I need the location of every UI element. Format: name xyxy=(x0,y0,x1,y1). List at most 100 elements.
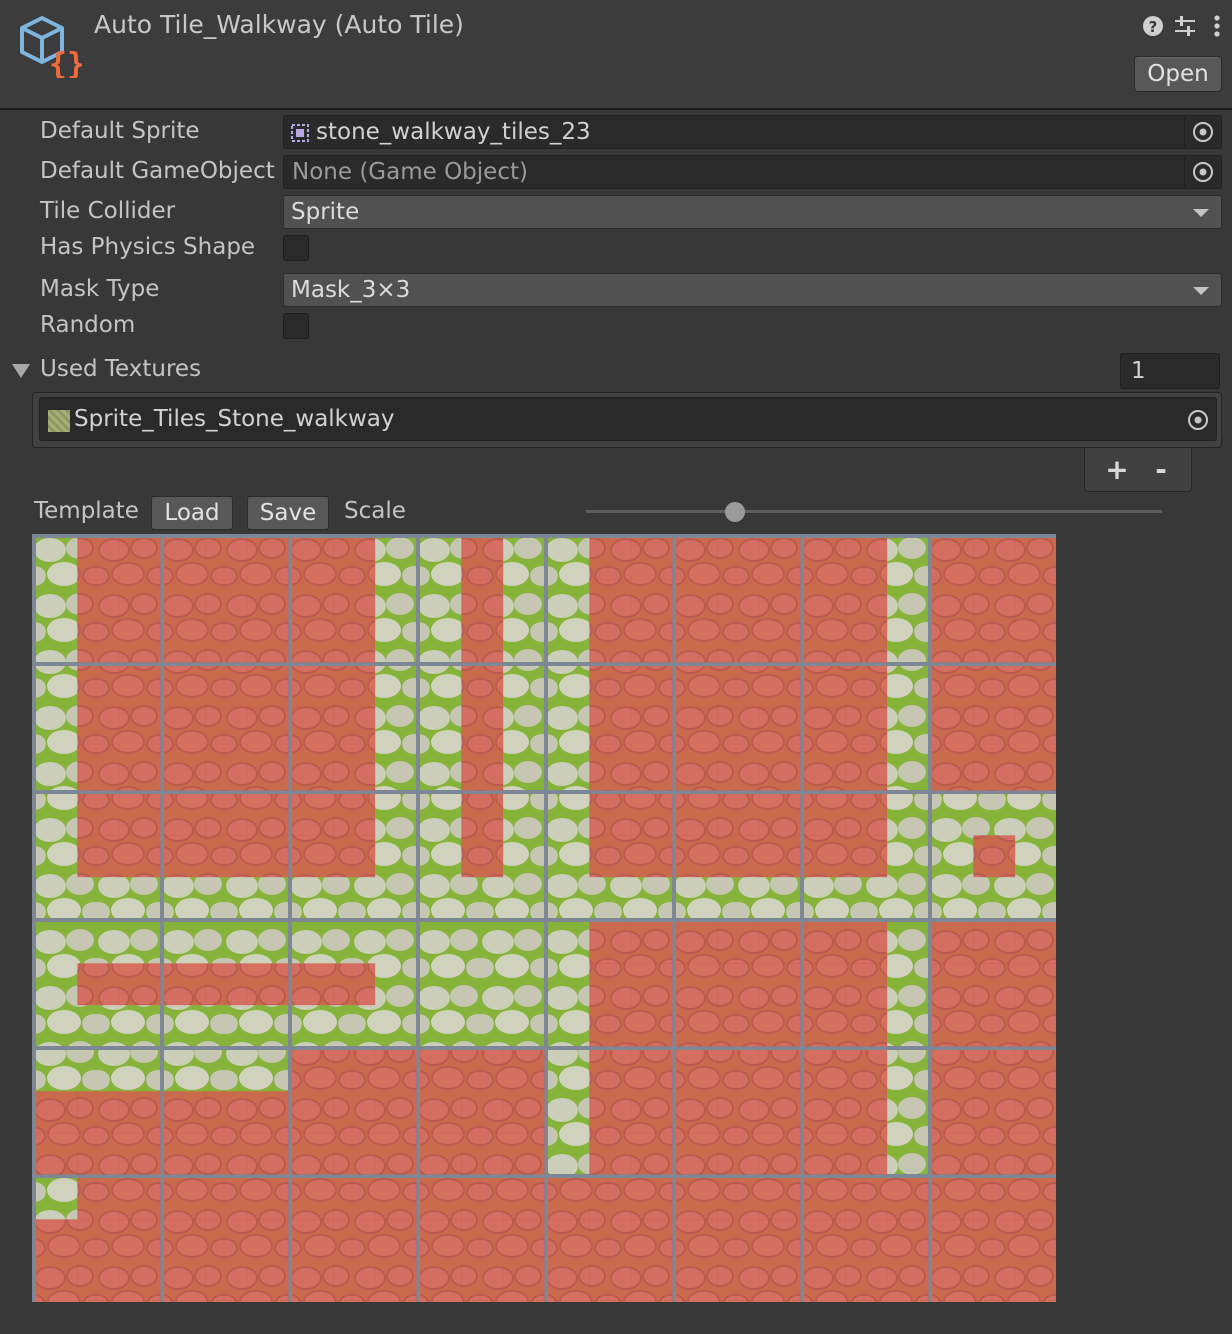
tile-cell[interactable] xyxy=(804,922,928,1047)
tile-cell[interactable] xyxy=(804,794,928,918)
tile-cell[interactable] xyxy=(36,794,161,918)
mask-cell xyxy=(292,538,334,580)
tile-cell[interactable] xyxy=(676,1178,801,1303)
object-picker-icon[interactable] xyxy=(1184,116,1221,148)
remove-texture-button[interactable]: - xyxy=(1141,452,1181,488)
object-picker-icon[interactable] xyxy=(1184,156,1221,188)
tile-cell[interactable] xyxy=(548,1178,673,1303)
tile-grid-canvas[interactable] xyxy=(32,534,1057,1303)
tile-cell[interactable] xyxy=(676,922,801,1047)
list-item[interactable]: Sprite_Tiles_Stone_walkway xyxy=(39,397,1217,441)
tile-cell[interactable] xyxy=(676,538,801,663)
mask-cell xyxy=(717,707,760,750)
mask-cell xyxy=(589,538,632,580)
mask-cell xyxy=(630,1132,673,1175)
has-physics-shape-checkbox[interactable] xyxy=(283,235,309,261)
tile-cell[interactable] xyxy=(36,1050,161,1175)
tile-cell[interactable] xyxy=(420,922,544,1046)
used-textures-label[interactable]: Used Textures xyxy=(40,356,201,382)
mask-cell xyxy=(758,963,801,1006)
random-checkbox[interactable] xyxy=(283,313,309,339)
mask-cell xyxy=(36,1091,78,1134)
kebab-menu-icon[interactable] xyxy=(1204,12,1230,40)
mask-cell xyxy=(804,707,846,750)
tile-collider-dropdown[interactable]: Sprite xyxy=(283,195,1222,229)
mask-cell xyxy=(1014,748,1057,791)
tile-cell[interactable] xyxy=(164,538,289,663)
mask-cell xyxy=(589,748,632,791)
mask-cell xyxy=(246,666,289,708)
tile-cell[interactable] xyxy=(548,794,673,918)
preset-icon[interactable] xyxy=(1172,12,1198,40)
mask-cell xyxy=(420,1132,462,1175)
tile-cell[interactable] xyxy=(548,922,673,1047)
mask-cell xyxy=(164,1132,206,1175)
tile-cell[interactable] xyxy=(164,666,289,791)
tile-cell[interactable] xyxy=(804,1178,929,1303)
save-button[interactable]: Save xyxy=(247,496,329,530)
tile-cell[interactable] xyxy=(292,794,416,918)
tile-cell[interactable] xyxy=(36,922,161,1046)
tile-cell[interactable] xyxy=(292,666,416,791)
tile-cell[interactable] xyxy=(804,666,928,791)
tile-cell[interactable] xyxy=(420,1178,545,1303)
load-button[interactable]: Load xyxy=(151,496,233,530)
list-add-remove-bar: + - xyxy=(1084,448,1192,492)
tile-cell[interactable] xyxy=(932,794,1056,918)
tile-cell[interactable] xyxy=(932,922,1057,1047)
tile-cell[interactable] xyxy=(932,666,1057,791)
mask-cell xyxy=(502,1050,545,1092)
used-textures-count-field[interactable]: 1 xyxy=(1120,353,1220,389)
default-gameobject-field[interactable]: None (Game Object) xyxy=(283,155,1222,189)
mask-cell xyxy=(77,620,120,663)
tile-cell[interactable] xyxy=(676,666,801,791)
mask-cell xyxy=(973,1091,1016,1134)
tile-cell[interactable] xyxy=(420,538,544,663)
tile-cell[interactable] xyxy=(548,538,673,663)
mask-cell xyxy=(205,1260,248,1303)
tile-cell[interactable] xyxy=(164,1050,289,1175)
scale-slider-track[interactable] xyxy=(586,510,1162,513)
mask-cell xyxy=(845,1219,888,1262)
tile-cell[interactable] xyxy=(164,1178,289,1303)
tile-cell[interactable] xyxy=(292,922,416,1046)
tile-cell[interactable] xyxy=(420,666,544,791)
tile-cell[interactable] xyxy=(164,794,289,918)
mask-cell xyxy=(461,1091,504,1134)
tile-cell[interactable] xyxy=(548,666,673,791)
tile-cell[interactable] xyxy=(292,538,416,663)
tile-cell[interactable] xyxy=(36,1178,161,1303)
tile-cell[interactable] xyxy=(36,538,161,663)
add-texture-button[interactable]: + xyxy=(1097,452,1137,488)
tile-cell[interactable] xyxy=(292,1178,417,1303)
mask-cell xyxy=(1014,1178,1057,1220)
tile-cell[interactable] xyxy=(292,1050,417,1175)
tile-cell[interactable] xyxy=(36,666,161,791)
scale-slider-handle[interactable] xyxy=(725,502,745,522)
tile-cell[interactable] xyxy=(676,1050,801,1175)
foldout-arrow-icon[interactable] xyxy=(12,364,30,378)
object-picker-icon[interactable] xyxy=(1182,404,1214,436)
tile-cell[interactable] xyxy=(548,1050,673,1175)
tile-cell[interactable] xyxy=(932,538,1057,663)
open-button[interactable]: Open xyxy=(1134,56,1222,92)
mask-cell xyxy=(676,922,718,964)
tile-cell[interactable] xyxy=(676,794,801,918)
tile-cell[interactable] xyxy=(420,1050,545,1175)
mask-cell xyxy=(589,1219,632,1262)
mask-cell xyxy=(333,1091,376,1134)
tile-cell[interactable] xyxy=(932,1178,1057,1303)
tile-cell[interactable] xyxy=(164,922,289,1046)
tile-cell[interactable] xyxy=(804,1050,928,1175)
tile-cell[interactable] xyxy=(932,1050,1057,1175)
mask-cell xyxy=(676,579,718,622)
mask-type-dropdown[interactable]: Mask_3×3 xyxy=(283,273,1222,307)
tile-cell[interactable] xyxy=(804,538,928,663)
tile-cell[interactable] xyxy=(420,794,544,918)
mask-cell xyxy=(845,538,888,580)
mask-cell xyxy=(758,1091,801,1134)
mask-cell xyxy=(630,748,673,791)
help-icon[interactable]: ? xyxy=(1140,12,1166,40)
default-sprite-field[interactable]: stone_walkway_tiles_23 xyxy=(283,115,1222,149)
tile-template-grid[interactable] xyxy=(32,534,1057,1303)
